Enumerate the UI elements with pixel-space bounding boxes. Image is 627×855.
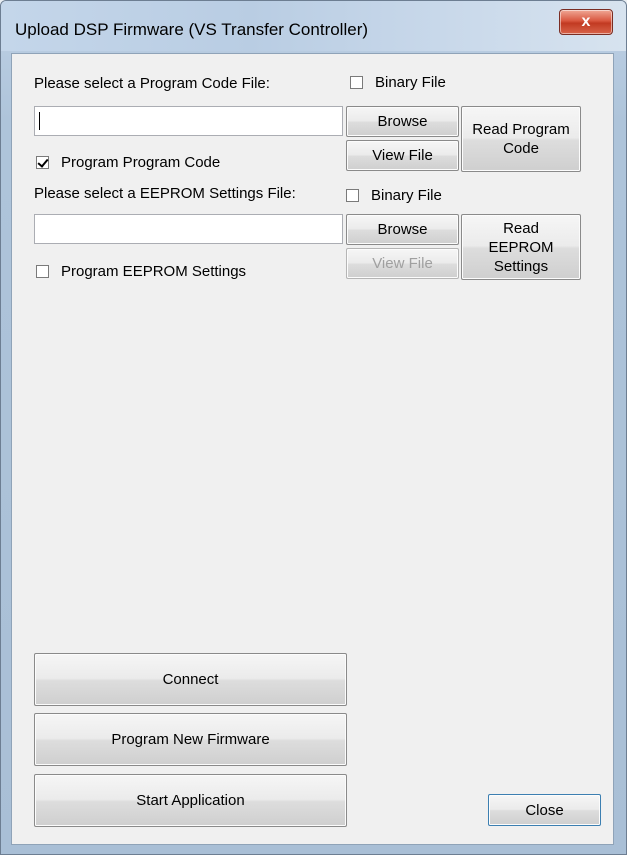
checkbox-box[interactable] (346, 189, 359, 202)
eeprom-file-input[interactable] (34, 214, 343, 244)
window-close-icon[interactable]: x (559, 9, 613, 35)
program-code-browse-button[interactable]: Browse (346, 106, 459, 137)
eeprom-binary-checkbox[interactable]: Binary File (346, 187, 442, 204)
program-program-code-label: Program Program Code (61, 154, 221, 171)
program-code-file-input[interactable] (34, 106, 343, 136)
program-code-prompt: Please select a Program Code File: (34, 75, 270, 92)
read-eeprom-settings-button[interactable]: Read EEPROM Settings (461, 214, 581, 280)
connect-button[interactable]: Connect (34, 653, 347, 706)
close-button[interactable]: Close (488, 794, 601, 826)
program-code-view-file-button[interactable]: View File (346, 140, 459, 171)
checkbox-box[interactable] (350, 76, 363, 89)
eeprom-binary-label: Binary File (371, 187, 442, 204)
text-caret (39, 112, 40, 130)
read-program-code-button[interactable]: Read Program Code (461, 106, 581, 172)
program-new-firmware-button[interactable]: Program New Firmware (34, 713, 347, 766)
window-title: Upload DSP Firmware (VS Transfer Control… (15, 20, 369, 39)
program-code-binary-label: Binary File (375, 74, 446, 91)
program-eeprom-settings-label: Program EEPROM Settings (61, 263, 247, 280)
checkbox-box[interactable] (36, 265, 49, 278)
dialog-client-area: Please select a Program Code File: Binar… (11, 53, 614, 845)
program-eeprom-settings-checkbox[interactable]: Program EEPROM Settings (36, 263, 246, 280)
eeprom-view-file-button[interactable]: View File (346, 248, 459, 279)
eeprom-browse-button[interactable]: Browse (346, 214, 459, 245)
checkbox-box-checked[interactable] (36, 156, 49, 169)
title-bar[interactable]: Upload DSP Firmware (VS Transfer Control… (1, 1, 626, 51)
start-application-button[interactable]: Start Application (34, 774, 347, 827)
eeprom-prompt: Please select a EEPROM Settings File: (34, 185, 296, 202)
upload-firmware-window: Upload DSP Firmware (VS Transfer Control… (0, 0, 627, 855)
program-code-binary-checkbox[interactable]: Binary File (350, 74, 446, 91)
program-program-code-checkbox[interactable]: Program Program Code (36, 154, 220, 171)
